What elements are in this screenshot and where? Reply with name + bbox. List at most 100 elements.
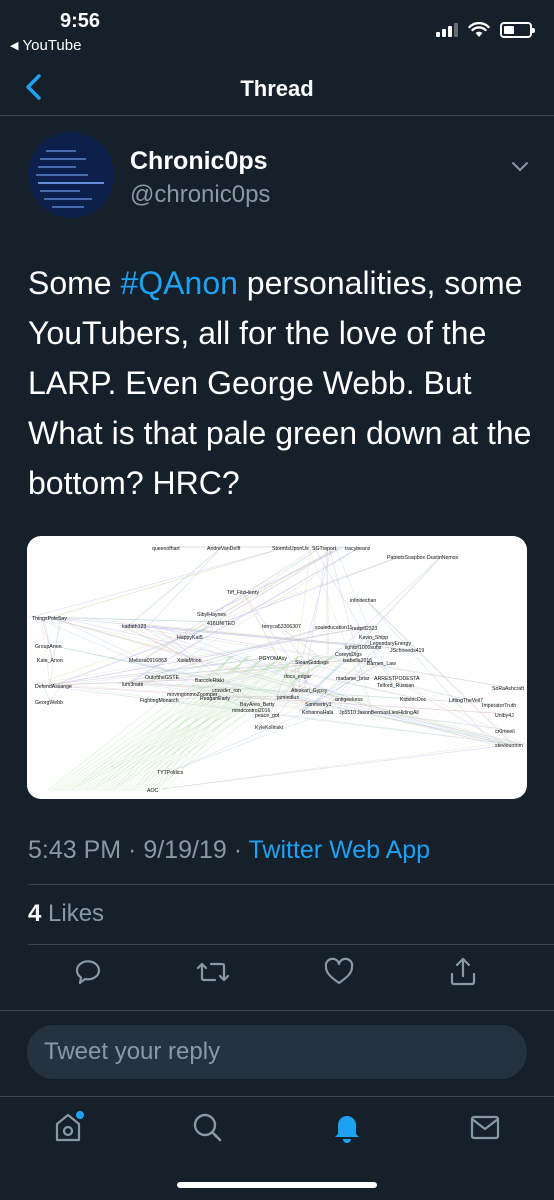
tweet-actions bbox=[0, 952, 554, 992]
graph-node-label: tracybeanz bbox=[345, 546, 371, 552]
graph-node-label: KyleKolinski bbox=[255, 725, 283, 731]
graph-edge bbox=[49, 655, 235, 792]
graph-node-label: 416UNITED bbox=[207, 621, 235, 627]
graph-node-label: LiftingTheVeil7 bbox=[449, 698, 483, 704]
reply-input[interactable]: Tweet your reply bbox=[27, 1025, 527, 1079]
graph-node-label: cr0meeil bbox=[495, 729, 515, 735]
graph-node-label: antigeekess bbox=[335, 697, 363, 703]
share-icon[interactable] bbox=[443, 952, 483, 992]
retweet-icon[interactable] bbox=[193, 952, 233, 992]
graph-node-label: Jp5510 bbox=[339, 710, 356, 716]
graph-node-label: GroupAnon bbox=[35, 644, 62, 650]
graph-node-label: AndreVanDelft bbox=[207, 546, 241, 552]
graph-node-label: PGYOMAsy bbox=[259, 656, 287, 662]
like-icon[interactable] bbox=[319, 952, 359, 992]
graph-node-label: PatriotsSoapbox bbox=[387, 555, 425, 561]
meta-separator: · bbox=[121, 836, 144, 864]
page-title: Thread bbox=[240, 76, 314, 101]
nav-bar: Thread bbox=[0, 62, 554, 116]
graph-node-label: Melissa0916863 bbox=[129, 658, 167, 664]
likes-number: 4 bbox=[28, 900, 42, 927]
graph-node-label: infinitechan bbox=[350, 598, 376, 604]
author-name[interactable]: Chronic0ps bbox=[130, 147, 268, 176]
graph-node-label: ImperatorTruth bbox=[482, 703, 516, 709]
graph-node-label: queenofhart bbox=[152, 546, 180, 552]
graph-node-label: redpill2323 bbox=[352, 626, 377, 632]
graph-node-label: SloanGiddings bbox=[295, 660, 329, 666]
tweet-text: Some #QAnon personalities, some YouTuber… bbox=[28, 258, 538, 508]
graph-edge bbox=[31, 546, 288, 618]
graph-edge bbox=[161, 743, 497, 790]
chevron-down-icon[interactable] bbox=[508, 156, 532, 176]
graph-node-label: Uniby4J bbox=[495, 713, 514, 719]
graph-node-label: AOC bbox=[147, 788, 158, 794]
graph-node-label: Simmertry1 bbox=[305, 702, 332, 708]
graph-node-label: TYTPolitics bbox=[157, 770, 184, 776]
graph-node-label: lightof1000suns bbox=[345, 645, 382, 651]
reply-icon[interactable] bbox=[69, 952, 109, 992]
search-icon[interactable] bbox=[187, 1107, 227, 1147]
source-app-link[interactable]: Twitter Web App bbox=[249, 836, 431, 864]
graph-node-label: souleducation11 bbox=[315, 625, 353, 631]
graph-node-label: SGTreport bbox=[312, 546, 337, 552]
graph-node-label: terryca53306307 bbox=[262, 624, 301, 630]
graph-node-label: steviouotrim bbox=[495, 743, 523, 749]
home-indicator bbox=[177, 1182, 377, 1188]
graph-node-label: docs_edgar bbox=[284, 674, 311, 680]
graph-node-label: KohannaHala bbox=[302, 710, 334, 716]
graph-node-label: ReaganEarly bbox=[200, 696, 230, 702]
notifications-icon[interactable] bbox=[327, 1107, 367, 1147]
likes-label: Likes bbox=[48, 900, 105, 927]
graph-node-label: OutoftheGSTE bbox=[145, 675, 180, 681]
cellular-signal-icon bbox=[436, 23, 458, 37]
back-to-app-link[interactable]: ◀ YouTube bbox=[10, 37, 81, 54]
graph-node-label: DustinNemos bbox=[427, 555, 459, 561]
graph-node-label: madame_briar bbox=[336, 676, 370, 682]
status-icons bbox=[436, 22, 535, 38]
wifi-icon bbox=[468, 22, 490, 37]
tweet-text-before: Some bbox=[28, 265, 121, 301]
network-graph: queenofhart AndreVanDelft StormIsUponUs SGT… bbox=[28, 546, 527, 794]
battery-icon bbox=[500, 22, 535, 38]
graph-node-label: JSchneeds419 bbox=[390, 648, 424, 654]
graph-node-label: FightingMonarch bbox=[140, 698, 179, 704]
messages-icon[interactable] bbox=[465, 1107, 505, 1147]
back-triangle-icon: ◀ bbox=[10, 40, 19, 52]
graph-node-label: jamiedlux bbox=[276, 695, 299, 701]
graph-node-label: Tiff_FitzHenry bbox=[227, 590, 259, 596]
graph-node-label: HappyKat5 bbox=[177, 635, 203, 641]
graph-node-label: XiolaMoon bbox=[177, 658, 202, 664]
tweet-media-image[interactable]: queenofhart AndreVanDelft StormIsUponUs SGT… bbox=[27, 536, 527, 799]
graph-node-label: SibylHaynes bbox=[197, 612, 226, 618]
graph-edge bbox=[49, 616, 61, 686]
home-icon[interactable] bbox=[48, 1107, 88, 1147]
graph-node-label: JasonBermasLiesHidingAll bbox=[357, 710, 419, 716]
graph-node-label: ThingsPoleSay bbox=[32, 616, 67, 622]
graph-node-label: Ateskari_Gypsy bbox=[291, 688, 328, 694]
tweet-time: 5:43 PM bbox=[28, 836, 122, 864]
graph-node-label: KidsIncDoc bbox=[400, 697, 427, 703]
hashtag-link[interactable]: #QAnon bbox=[120, 265, 237, 301]
graph-node-label: crowder_ron bbox=[212, 688, 241, 694]
author-handle[interactable]: @chronic0ps bbox=[130, 181, 270, 209]
graph-edge bbox=[51, 616, 64, 660]
graph-edge bbox=[40, 616, 51, 686]
graph-node-label: GeorgWebb bbox=[35, 700, 63, 706]
graph-node-label: lum3natti bbox=[122, 682, 143, 688]
avatar[interactable] bbox=[28, 132, 114, 218]
divider bbox=[0, 1010, 554, 1011]
back-app-label: YouTube bbox=[22, 37, 82, 54]
graph-node-label: kadath123 bbox=[122, 624, 146, 630]
graph-node-label: StormIsUponUs bbox=[272, 546, 309, 552]
tweet-date: 9/19/19 bbox=[143, 836, 227, 864]
graph-node-label: ARRESTPODESTA bbox=[374, 676, 420, 682]
graph-edge bbox=[161, 743, 516, 790]
graph-edge bbox=[50, 546, 288, 618]
graph-node-label: Barnes_Law bbox=[367, 661, 396, 667]
tweet-timestamp: 5:43 PM · 9/19/19 · Twitter Web App bbox=[28, 836, 430, 865]
status-bar: 9:56 ◀ YouTube bbox=[0, 0, 554, 62]
graph-node-label: DefendAssange bbox=[35, 684, 72, 690]
divider bbox=[28, 884, 554, 885]
likes-count[interactable]: 4 Likes bbox=[28, 900, 104, 928]
graph-node-label: Kate_Anon bbox=[37, 658, 63, 664]
